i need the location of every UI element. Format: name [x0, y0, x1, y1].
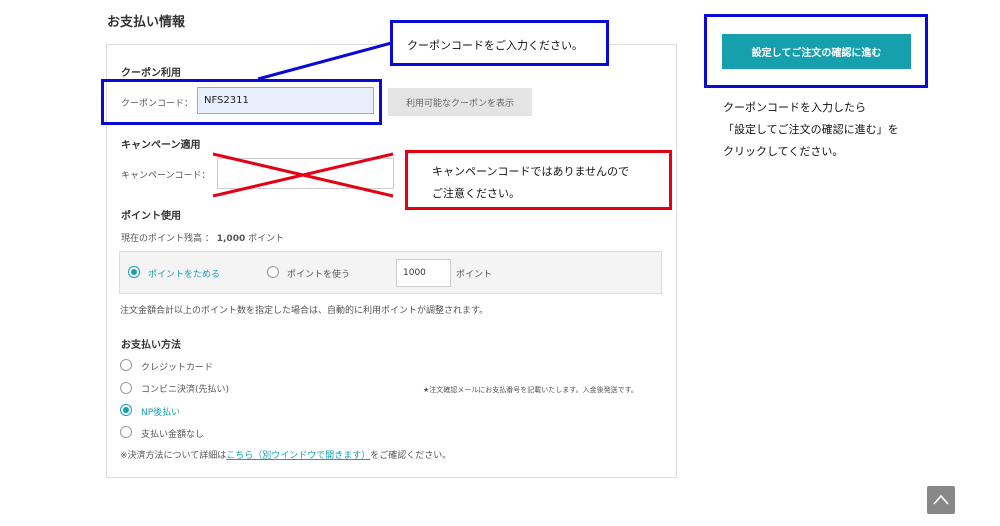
campaign-callout-line-1: キャンペーンコードではありませんので: [432, 165, 630, 178]
payment-method-heading: お支払い方法: [121, 340, 181, 351]
konbini-note: ★注文確認メールにお支払番号を記載いたします。入金後発送です。: [423, 386, 638, 394]
points-balance: 現在のポイント残高 ： 1,000 ポイント: [121, 231, 284, 244]
campaign-warning-callout: キャンペーンコードではありませんので ご注意ください。: [405, 150, 672, 210]
points-amount-input[interactable]: [396, 259, 451, 287]
points-heading: ポイント使用: [121, 211, 181, 222]
coupon-highlight-box: [101, 79, 382, 125]
points-balance-value: 1,000: [216, 234, 246, 244]
coupon-callout: クーポンコードをご入力ください。: [390, 20, 609, 66]
radio-no-payment[interactable]: [120, 426, 132, 438]
side-note-line-1: クーポンコードを入力したら: [723, 101, 866, 114]
footer-suffix: をご確認ください。: [370, 451, 452, 461]
footer-prefix: ※決済方法について詳細は: [120, 451, 227, 461]
coupon-callout-text: クーポンコードをご入力ください。: [407, 39, 583, 52]
radio-save-points[interactable]: [128, 266, 140, 278]
chevron-up-icon: [933, 494, 949, 505]
radio-use-points[interactable]: [267, 266, 279, 278]
campaign-label: キャンペーンコード：: [121, 171, 211, 181]
side-note-line-3: クリックしてください。: [723, 145, 844, 158]
page-top-button[interactable]: [927, 486, 955, 514]
radio-konbini[interactable]: [120, 382, 132, 394]
confirm-button-highlight-box: [704, 14, 928, 88]
use-points-label: ポイントを使う: [287, 270, 351, 280]
points-note: 注文金額合計以上のポイント数を指定した場合は、自動的に利用ポイントが調整されます…: [120, 306, 489, 316]
points-balance-unit: ポイント: [248, 234, 285, 244]
method-option-konbini: コンビニ決済(先払い): [141, 385, 230, 395]
show-coupons-button[interactable]: 利用可能なクーポンを表示: [388, 88, 532, 116]
details-link[interactable]: こちら（別ウインドウで開きます）: [226, 451, 370, 461]
payment-method-footer: ※決済方法について詳細はこちら（別ウインドウで開きます）をご確認ください。: [120, 448, 451, 461]
side-instruction: クーポンコードを入力したら 「設定してご注文の確認に進む」を クリックしてくださ…: [723, 97, 899, 163]
method-option-credit-card: クレジットカード: [141, 363, 214, 373]
campaign-callout-line-2: ご注意ください。: [432, 187, 520, 200]
radio-np-atobarai[interactable]: [120, 404, 132, 416]
page-title: お支払い情報: [107, 15, 186, 30]
method-option-np: NP後払い: [141, 408, 181, 418]
campaign-heading: キャンペーン適用: [121, 140, 201, 151]
radio-credit-card[interactable]: [120, 359, 132, 371]
save-points-label: ポイントをためる: [148, 270, 221, 280]
campaign-code-input[interactable]: [217, 158, 394, 189]
points-unit: ポイント: [456, 270, 493, 280]
side-note-line-2: 「設定してご注文の確認に進む」を: [723, 123, 899, 136]
coupon-heading: クーポン利用: [121, 68, 181, 79]
points-balance-prefix: 現在のポイント残高 ：: [121, 234, 214, 244]
method-option-none: 支払い金額なし: [141, 430, 205, 440]
